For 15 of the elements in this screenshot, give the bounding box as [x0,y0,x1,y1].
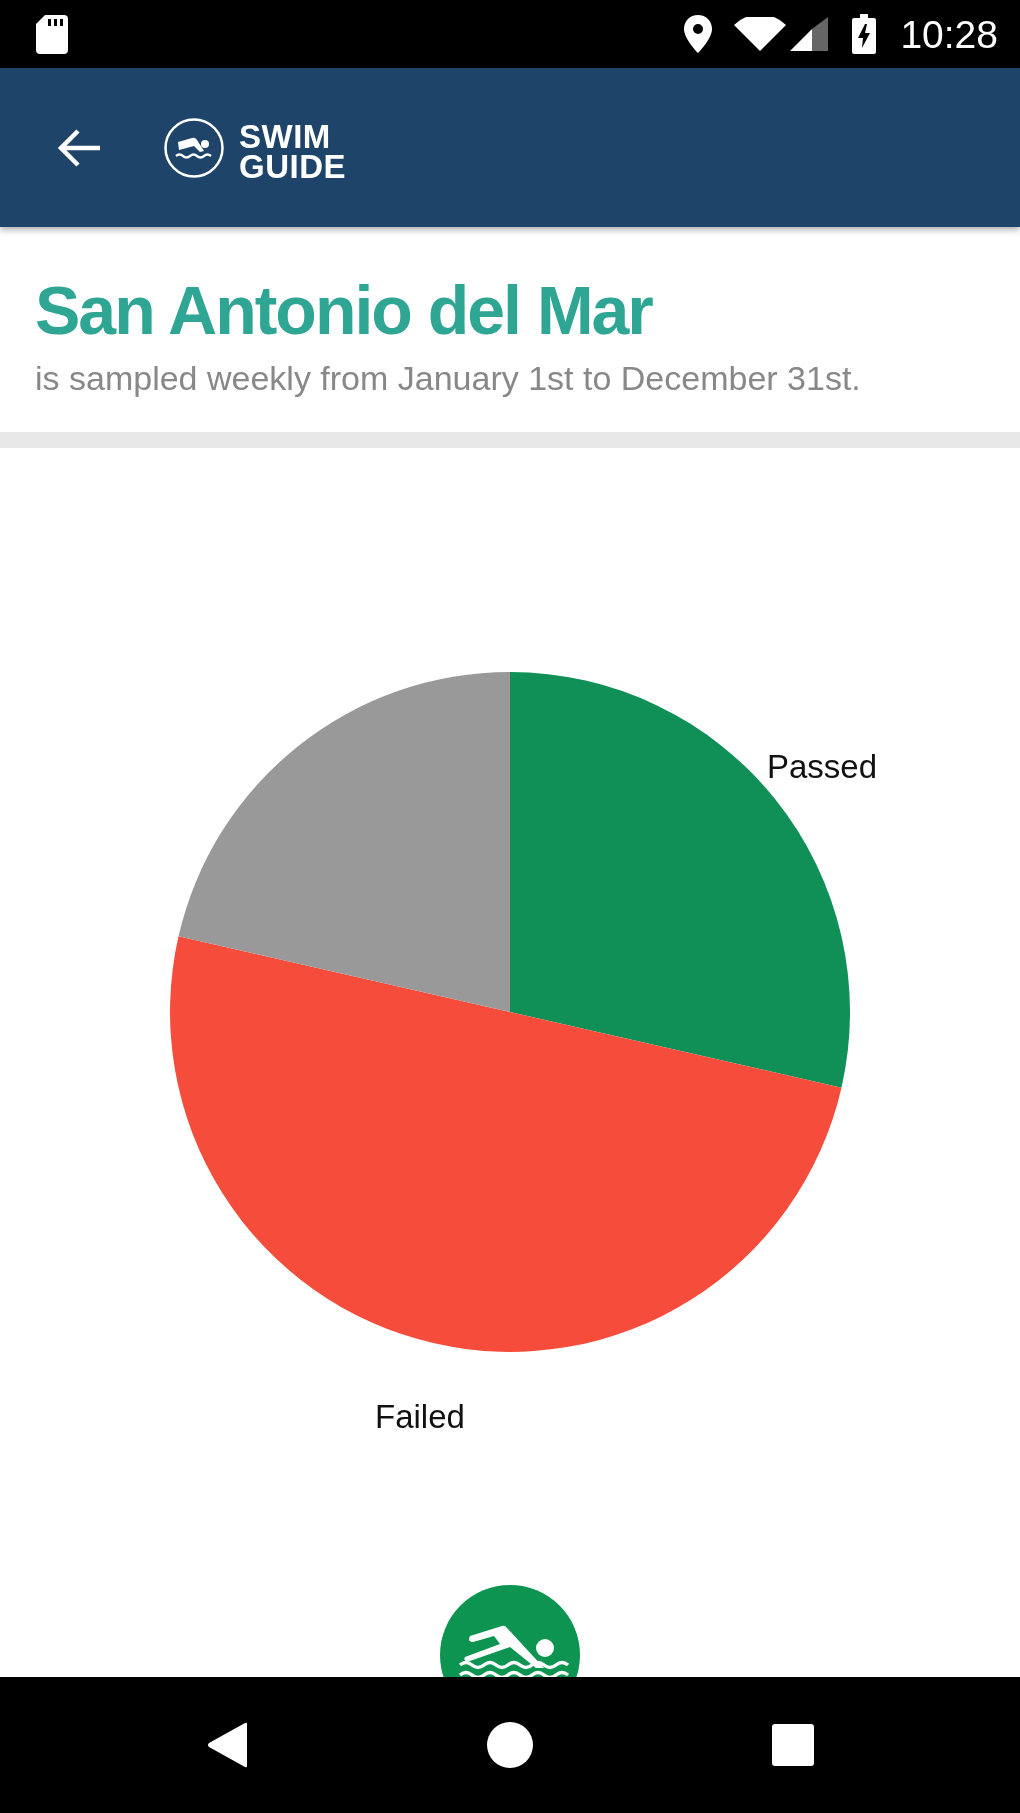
back-icon[interactable] [207,1722,247,1768]
logo-text: SWIM GUIDE [239,121,346,182]
wifi-icon [734,17,787,51]
signal-icon [790,17,829,51]
back-arrow-icon[interactable] [56,127,102,168]
home-icon[interactable] [487,1722,533,1768]
beach-name: San Antonio del Mar [35,271,654,349]
slice-label: Passed [767,748,878,785]
battery-charging-icon [852,14,877,54]
slice-label: Failed [375,1398,465,1435]
swimmer-logo-icon [164,117,224,178]
sd-card-icon [36,14,68,54]
sampling-schedule: is sampled weekly from January 1st to December 31st. [35,358,862,398]
location-pin-icon [684,15,713,53]
status-time: 10:28 [900,14,998,54]
